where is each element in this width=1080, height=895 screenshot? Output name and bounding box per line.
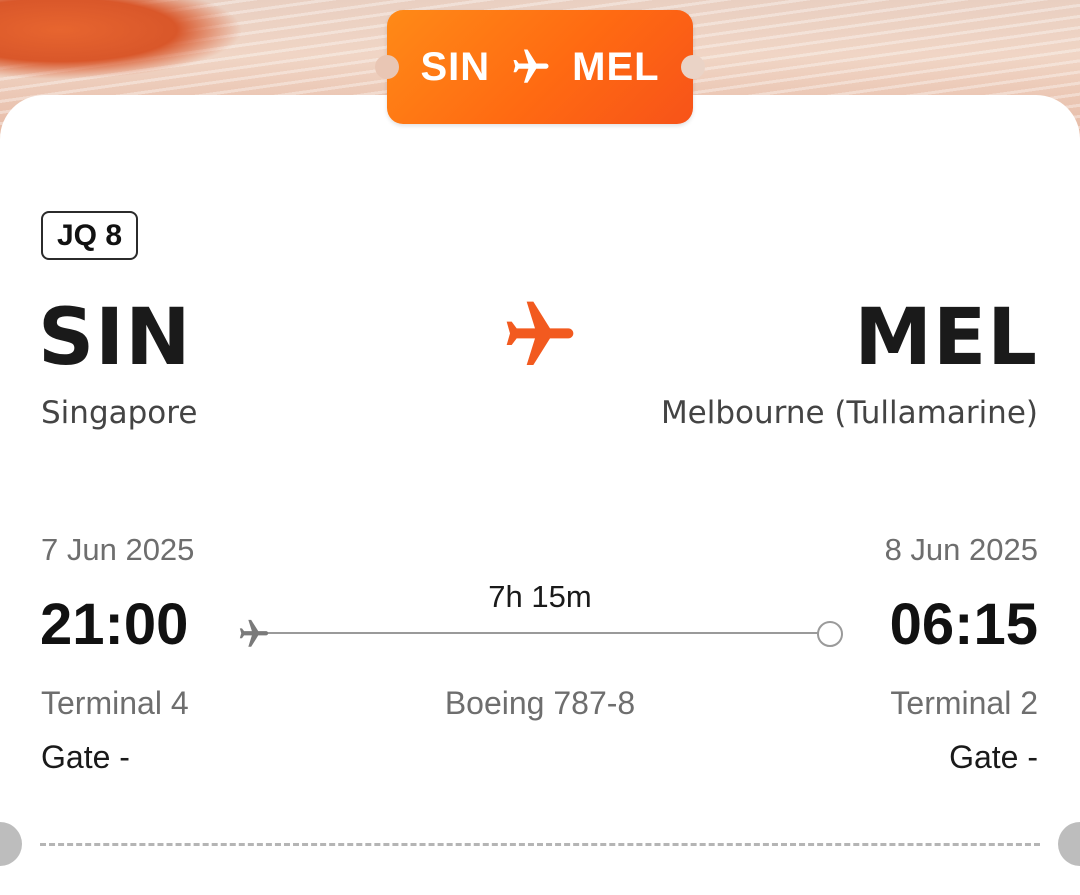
departure-gate: Gate - [41,739,130,775]
arrival-date: 8 Jun 2025 [884,532,1038,567]
ticket-perforation-divider [40,843,1040,846]
arrival-dot-icon [817,621,843,647]
arrival-time: 06:15 [889,592,1038,657]
departure-time: 21:00 [40,592,189,657]
arrival-gate: Gate - [949,739,1038,775]
plane-icon [500,295,580,379]
flight-progress-track [258,632,818,634]
departure-code: SIN [38,293,192,383]
arrival-city: Melbourne (Tullamarine) [660,395,1038,431]
ticket-notch-right [681,55,705,79]
flight-number-badge: JQ 8 [41,211,139,260]
departure-city: Singapore [41,395,198,431]
aircraft-type: Boeing 787-8 [444,685,636,721]
small-plane-icon [234,617,274,655]
route-from-label: SIN [420,44,491,89]
arrival-code: MEL [854,293,1038,383]
departure-terminal: Terminal 4 [41,685,189,721]
route-to-label: MEL [572,44,660,89]
plane-icon [510,46,552,88]
ticket-notch-left [375,55,399,79]
flight-card: JQ 8 SIN MEL Singapore Melbourne (Tullam… [0,95,1080,895]
route-ticket-badge: SIN MEL [375,10,705,124]
arrival-terminal: Terminal 2 [890,685,1038,721]
departure-date: 7 Jun 2025 [41,532,195,567]
flight-duration: 7h 15m [488,579,592,614]
